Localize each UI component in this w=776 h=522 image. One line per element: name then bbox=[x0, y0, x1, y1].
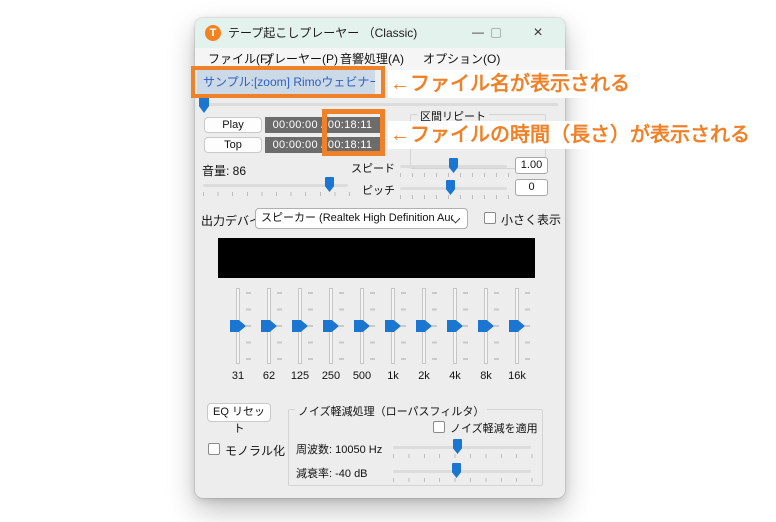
noise-apply-label: ノイズ軽減を適用 bbox=[450, 420, 538, 436]
eq-reset-button[interactable]: EQ リセット bbox=[207, 403, 271, 422]
screenshot-canvas: T テープ起こしプレーヤー （Classic) — × ファイル(F) プレーヤ… bbox=[0, 0, 776, 522]
speed-slider-ticks bbox=[400, 173, 510, 177]
eq-slider-thumb[interactable] bbox=[478, 320, 494, 332]
mono-checkbox[interactable] bbox=[208, 443, 220, 455]
eq-band-label: 125 bbox=[285, 370, 315, 382]
eq-slider-ticks bbox=[494, 292, 499, 361]
eq-band-label: 250 bbox=[316, 370, 346, 382]
annotation-filename: ←ファイル名が表示される bbox=[388, 70, 635, 98]
pitch-slider-thumb[interactable] bbox=[446, 180, 455, 195]
noise-frequency-slider-thumb[interactable] bbox=[453, 439, 462, 454]
pitch-value-field[interactable]: 0 bbox=[515, 179, 548, 196]
eq-slider-ticks bbox=[277, 292, 282, 361]
eq-band-label: 8k bbox=[471, 370, 501, 382]
noise-apply-checkbox[interactable] bbox=[433, 421, 445, 433]
eq-slider-ticks bbox=[525, 292, 530, 361]
title-bar: T テープ起こしプレーヤー （Classic) — × bbox=[195, 18, 565, 48]
volume-label: 音量: 86 bbox=[202, 162, 246, 179]
eq-band-label: 4k bbox=[440, 370, 470, 382]
eq-slider-ticks bbox=[401, 292, 406, 361]
app-icon: T bbox=[205, 25, 221, 41]
top-button[interactable]: Top bbox=[204, 137, 262, 153]
noise-frequency-label: 周波数: 10050 Hz bbox=[296, 441, 382, 457]
small-display-label: 小さく表示 bbox=[501, 211, 561, 228]
eq-band-label: 31 bbox=[223, 370, 253, 382]
output-device-select[interactable]: スピーカー (Realtek High Definition Audio(S bbox=[255, 208, 468, 229]
small-display-checkbox[interactable] bbox=[484, 212, 496, 224]
eq-slider-thumb[interactable] bbox=[509, 320, 525, 332]
eq-band-label: 16k bbox=[502, 370, 532, 382]
noise-reduction-group: ノイズ軽減処理（ローパスフィルタ） ノイズ軽減を適用 周波数: 10050 Hz… bbox=[288, 409, 543, 486]
eq-slider-thumb[interactable] bbox=[447, 320, 463, 332]
output-device-value: スピーカー (Realtek High Definition Audio(S bbox=[261, 209, 453, 228]
window-title: テープ起こしプレーヤー （Classic) bbox=[228, 18, 417, 48]
pitch-slider-ticks bbox=[400, 195, 510, 199]
seek-bar[interactable] bbox=[203, 103, 558, 106]
noise-frequency-slider[interactable] bbox=[393, 446, 531, 449]
mono-label: モノラル化 bbox=[225, 442, 285, 459]
speed-value-field[interactable]: 1.00 bbox=[515, 157, 548, 174]
eq-slider-thumb[interactable] bbox=[230, 320, 246, 332]
visualization-display bbox=[218, 238, 535, 278]
noise-decay-slider[interactable] bbox=[393, 470, 531, 473]
pitch-label: ピッチ bbox=[305, 182, 395, 198]
highlight-rect-filename bbox=[191, 66, 385, 98]
maximize-button[interactable] bbox=[491, 28, 501, 38]
eq-slider-thumb[interactable] bbox=[323, 320, 339, 332]
play-button[interactable]: Play bbox=[204, 117, 262, 133]
eq-slider-ticks bbox=[370, 292, 375, 361]
eq-band-label: 2k bbox=[409, 370, 439, 382]
menu-options[interactable]: オプション(O) bbox=[423, 48, 500, 70]
eq-slider-thumb[interactable] bbox=[354, 320, 370, 332]
eq-band-label: 62 bbox=[254, 370, 284, 382]
eq-slider-ticks bbox=[463, 292, 468, 361]
eq-slider-thumb[interactable] bbox=[385, 320, 401, 332]
eq-slider-thumb[interactable] bbox=[416, 320, 432, 332]
speed-label: スピード bbox=[305, 160, 395, 176]
eq-slider-ticks bbox=[246, 292, 251, 361]
noise-decay-slider-ticks bbox=[393, 478, 533, 482]
eq-slider-ticks bbox=[308, 292, 313, 361]
annotation-duration: ←ファイルの時間（長さ）が表示される bbox=[388, 121, 755, 149]
noise-reduction-group-label: ノイズ軽減処理（ローパスフィルタ） bbox=[295, 403, 487, 419]
eq-band-label: 500 bbox=[347, 370, 377, 382]
eq-band-label: 1k bbox=[378, 370, 408, 382]
highlight-rect-duration bbox=[322, 109, 385, 156]
eq-slider-ticks bbox=[432, 292, 437, 361]
eq-slider-ticks bbox=[339, 292, 344, 361]
minimize-button[interactable]: — bbox=[467, 18, 489, 48]
speed-slider-thumb[interactable] bbox=[449, 158, 458, 173]
eq-slider-thumb[interactable] bbox=[292, 320, 308, 332]
eq-slider-thumb[interactable] bbox=[261, 320, 277, 332]
noise-frequency-slider-ticks bbox=[393, 454, 533, 458]
close-button[interactable]: × bbox=[525, 18, 551, 48]
noise-decay-label: 減衰率: -40 dB bbox=[296, 465, 368, 481]
noise-decay-slider-thumb[interactable] bbox=[452, 463, 461, 478]
